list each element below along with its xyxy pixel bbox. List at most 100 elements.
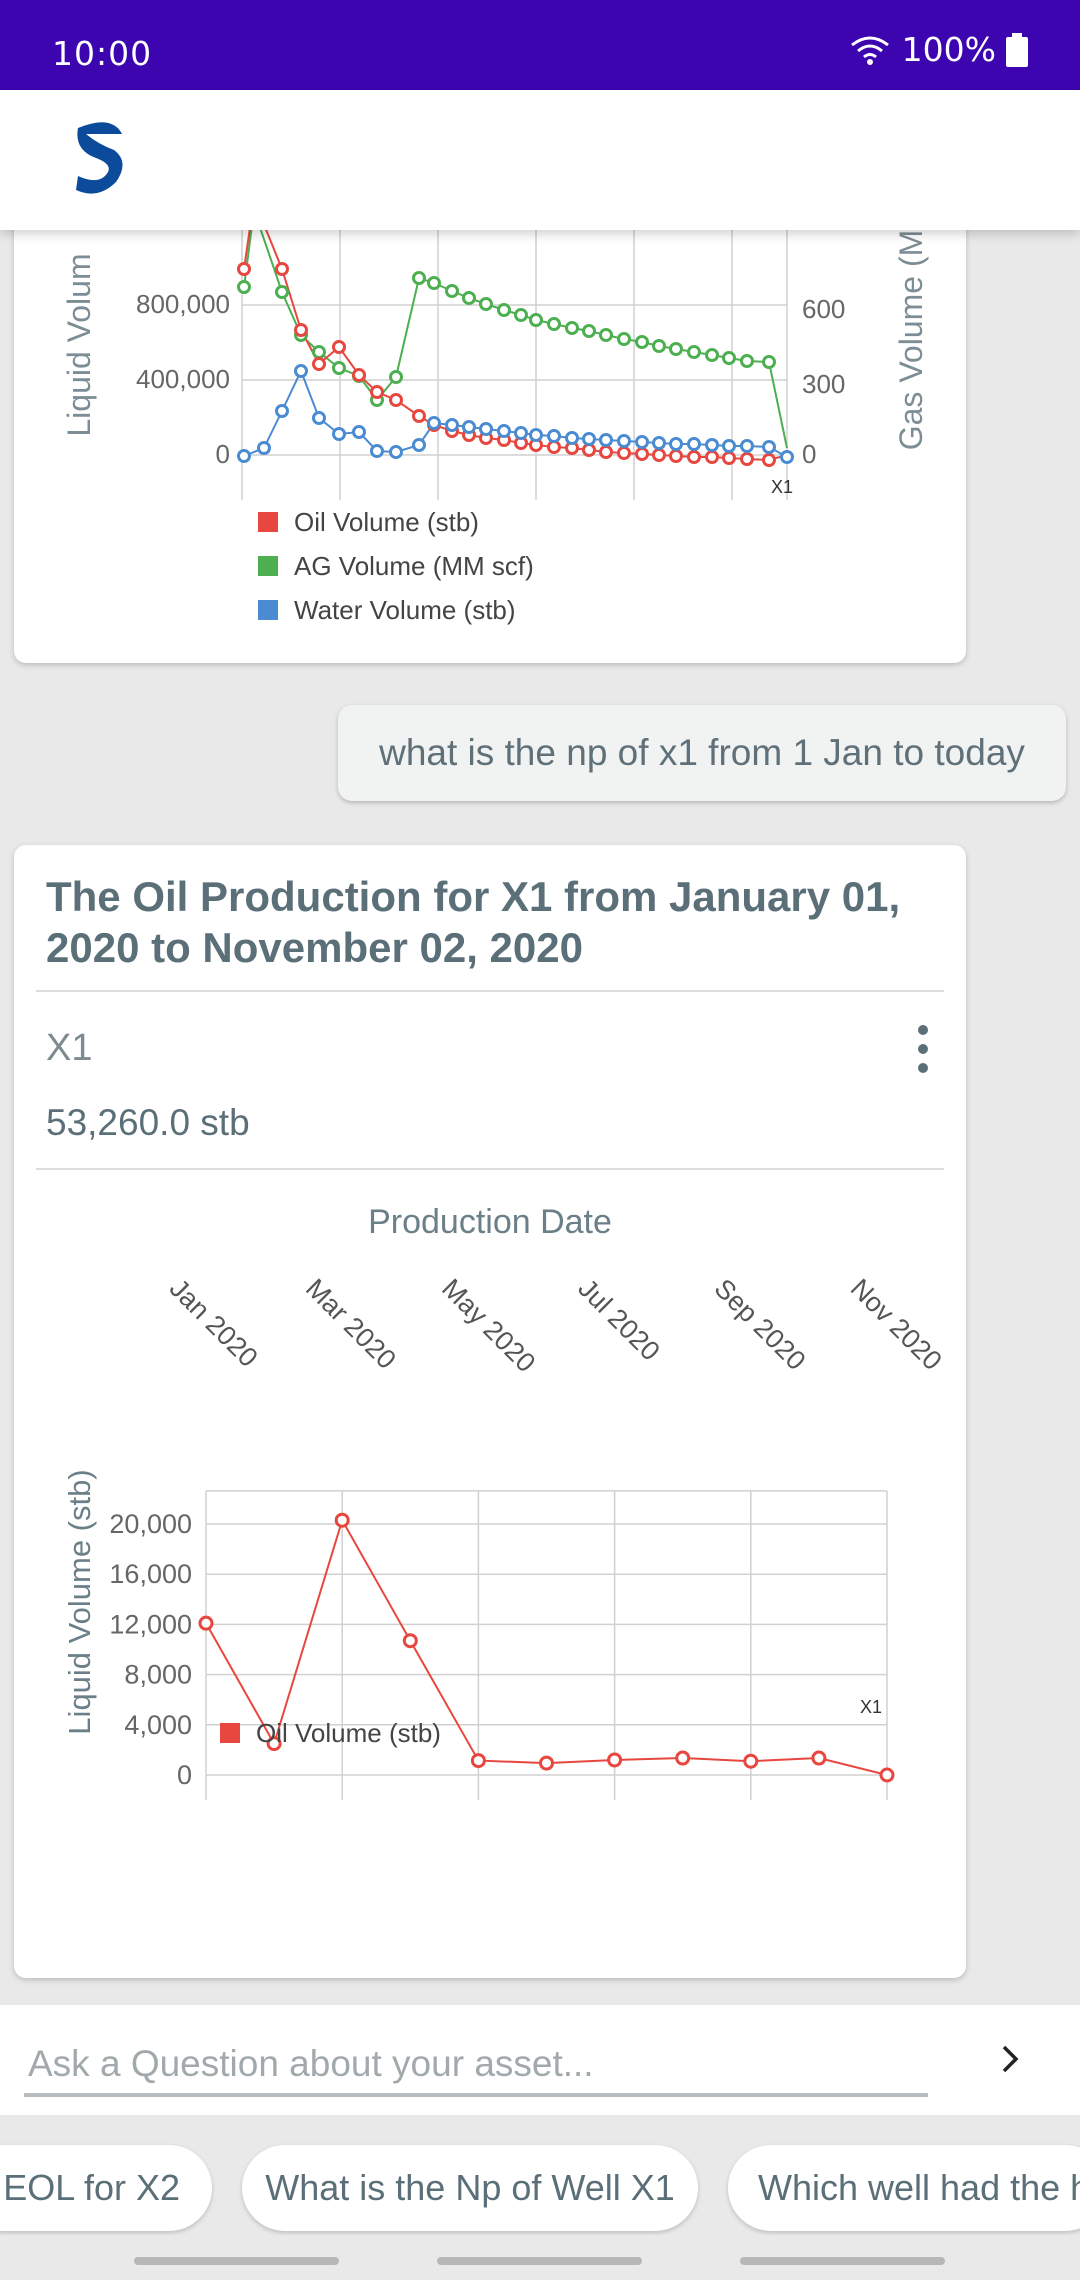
gas-point — [237, 280, 251, 294]
legend-gas[interactable]: AG Volume (MM scf) — [294, 551, 534, 581]
suggestion-chip[interactable]: e EOL for X2 — [0, 2145, 212, 2231]
gas-point — [669, 342, 683, 356]
data-point[interactable] — [607, 1752, 623, 1768]
data-point[interactable] — [879, 1767, 895, 1783]
oil-point — [722, 451, 736, 465]
user-message-bubble: what is the np of x1 from 1 Jan to today — [338, 705, 1066, 801]
water-point — [669, 437, 683, 451]
nav-handle[interactable] — [437, 2257, 642, 2265]
oil-point — [352, 368, 366, 382]
water-point — [332, 427, 346, 441]
suggestion-chips: e EOL for X2 What is the Np of Well X1 W… — [0, 2115, 1080, 2235]
nav-handle[interactable] — [134, 2257, 339, 2265]
oil-point — [635, 447, 649, 461]
legend-swatch-water — [258, 600, 278, 620]
water-point — [547, 429, 561, 443]
oil-point — [740, 452, 754, 466]
water-point — [582, 432, 596, 446]
data-point[interactable] — [470, 1753, 486, 1769]
data-point[interactable] — [402, 1633, 418, 1649]
water-point — [740, 439, 754, 453]
oil-point — [332, 340, 346, 354]
value-divider — [36, 1168, 944, 1170]
question-input-bar: Ask a Question about your asset... — [0, 2005, 1080, 2115]
gesture-nav-bar — [0, 2235, 1080, 2280]
nav-handle[interactable] — [740, 2257, 945, 2265]
legend-oil[interactable]: Oil Volume (stb) — [256, 1718, 441, 1748]
gas-point — [462, 291, 476, 305]
more-vert-icon[interactable] — [913, 1025, 933, 1082]
water-point — [780, 450, 794, 464]
chat-area[interactable]: 800,000 400,000 0 600 300 0 Liquid Volum… — [0, 230, 1080, 2005]
previous-chart-card: 800,000 400,000 0 600 300 0 Liquid Volum… — [14, 230, 966, 663]
left-axis-label: Liquid Volum — [61, 253, 97, 436]
gas-point — [312, 345, 326, 359]
legend-swatch-gas — [258, 556, 278, 576]
y-tick-label: 0 — [177, 1760, 192, 1790]
x-tick-label: Jan 2020 — [164, 1273, 264, 1373]
gas-point — [740, 354, 754, 368]
legend-oil[interactable]: Oil Volume (stb) — [294, 507, 479, 537]
status-time: 10:00 — [52, 34, 153, 73]
left-tick: 0 — [216, 439, 230, 469]
legend-swatch-oil — [220, 1723, 240, 1743]
right-tick: 300 — [802, 369, 845, 399]
chart-title: Production Date — [368, 1203, 612, 1241]
water-point — [479, 422, 493, 436]
gas-point — [497, 303, 511, 317]
oil-point — [705, 450, 719, 464]
gas-point — [635, 335, 649, 349]
oil-point — [617, 446, 631, 460]
gas-point — [479, 297, 493, 311]
oil-point — [687, 450, 701, 464]
oil-point — [370, 385, 384, 399]
data-point[interactable] — [334, 1512, 350, 1528]
question-input[interactable]: Ask a Question about your asset... — [28, 2043, 594, 2085]
y-axis-label: Liquid Volume (stb) — [62, 1469, 97, 1734]
water-point — [722, 439, 736, 453]
suggestion-chip[interactable]: What is the Np of Well X1 — [242, 2145, 698, 2231]
right-tick: 0 — [802, 439, 816, 469]
data-point[interactable] — [539, 1755, 554, 1771]
gas-point — [332, 361, 346, 375]
battery-percent: 100% — [901, 30, 996, 69]
oil-point — [275, 262, 289, 276]
app-bar — [0, 90, 1080, 230]
water-point — [445, 418, 459, 432]
oil-point — [389, 393, 403, 407]
legend-water[interactable]: Water Volume (stb) — [294, 595, 516, 625]
left-tick: 400,000 — [136, 364, 230, 394]
gas-point — [617, 332, 631, 346]
data-point[interactable] — [675, 1750, 691, 1766]
send-chevron-icon[interactable] — [998, 2041, 1022, 2077]
suggestion-chip[interactable]: Which well had the h — [728, 2145, 1080, 2231]
previous-chart: 800,000 400,000 0 600 300 0 Liquid Volum… — [61, 230, 929, 625]
end-label: X1 — [860, 1697, 882, 1717]
oil-point — [412, 409, 426, 423]
data-point[interactable] — [198, 1615, 214, 1631]
data-point[interactable] — [811, 1750, 827, 1766]
y-tick-label: 16,000 — [109, 1559, 192, 1589]
status-bar: 10:00 100% — [0, 0, 1080, 90]
water-point — [599, 433, 613, 447]
oil-series-line — [243, 230, 788, 462]
gas-point — [445, 284, 459, 298]
y-tick-label: 20,000 — [109, 1509, 192, 1539]
gas-point — [652, 339, 666, 353]
water-point — [514, 426, 528, 440]
app-logo-icon[interactable] — [72, 120, 126, 196]
water-point — [635, 435, 649, 449]
x-tick-labels: Jan 2020 Mar 2020 May 2020 Jul 2020 Sep 2020… — [164, 1273, 948, 1378]
y-tick-label: 12,000 — [109, 1609, 192, 1639]
water-point — [237, 449, 251, 463]
gas-point — [547, 317, 561, 331]
end-label: X1 — [771, 477, 793, 497]
right-tick: 600 — [802, 294, 845, 324]
water-point — [762, 440, 776, 454]
water-point — [565, 431, 579, 445]
data-point[interactable] — [743, 1753, 759, 1769]
oil-point — [582, 443, 596, 457]
oil-point — [547, 440, 561, 454]
water-point — [529, 428, 543, 442]
water-point — [462, 420, 476, 434]
